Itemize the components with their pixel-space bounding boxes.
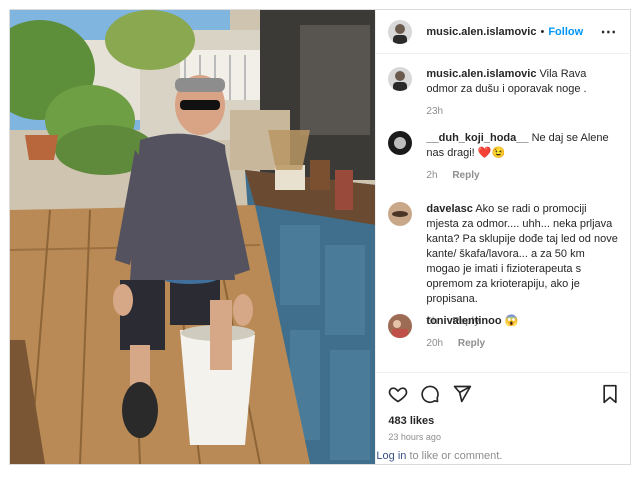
- comment-item: davelasc Ako se radi o promociji mjesta …: [388, 202, 620, 329]
- commenter-avatar[interactable]: [388, 314, 413, 338]
- comment-emoji: 😱: [504, 315, 519, 327]
- comment-username[interactable]: __duh_koji_hoda__: [426, 132, 528, 144]
- comment-time[interactable]: 2h: [426, 170, 437, 181]
- comment-emoji: ❤️😉: [477, 147, 506, 159]
- comment-item: __duh_koji_hoda__ Ne daj se Alene nas dr…: [388, 131, 620, 183]
- post-header: music.alen.islamovic • Follow ⋯: [376, 10, 632, 54]
- comment-username[interactable]: davelasc: [426, 203, 472, 215]
- bookmark-icon[interactable]: [601, 384, 619, 404]
- send-icon[interactable]: [452, 384, 472, 404]
- post-sidebar: music.alen.islamovic • Follow ⋯ music.al…: [375, 10, 632, 464]
- likes-count[interactable]: 483 likes: [388, 415, 619, 427]
- post-photo[interactable]: [10, 10, 376, 464]
- comment-icon[interactable]: [420, 384, 440, 404]
- reply-button[interactable]: Reply: [458, 338, 485, 349]
- login-prompt-text: to like or comment.: [406, 450, 503, 462]
- instagram-post: music.alen.islamovic • Follow ⋯ music.al…: [9, 9, 632, 465]
- header-separator: •: [540, 25, 545, 38]
- caption-item: music.alen.islamovic Vila Rava odmor za …: [388, 67, 620, 119]
- login-link[interactable]: Log in: [376, 450, 406, 462]
- post-actions: 483 likes 23 hours ago: [376, 372, 632, 442]
- more-horizontal-icon[interactable]: ⋯: [600, 22, 617, 42]
- comment-username[interactable]: music.alen.islamovic: [426, 68, 536, 80]
- commenter-avatar[interactable]: [388, 202, 413, 226]
- comment-text: Ako se radi o promociji mjesta za odmor.…: [426, 203, 618, 305]
- comment-time[interactable]: 23h: [426, 106, 443, 117]
- post-timestamp[interactable]: 23 hours ago: [388, 432, 619, 442]
- login-prompt: Log in to like or comment.: [376, 450, 631, 464]
- follow-button[interactable]: Follow: [548, 26, 583, 38]
- heart-icon[interactable]: [388, 384, 408, 404]
- post-image: [10, 10, 376, 464]
- reply-button[interactable]: Reply: [452, 170, 479, 181]
- comment-item: tonivalentinoo 😱 20h Reply: [388, 314, 620, 351]
- author-avatar[interactable]: [388, 19, 413, 44]
- comment-time[interactable]: 20h: [426, 338, 443, 349]
- author-username[interactable]: music.alen.islamovic: [426, 26, 536, 38]
- commenter-avatar[interactable]: [388, 131, 413, 155]
- commenter-avatar[interactable]: [388, 67, 413, 91]
- comment-username[interactable]: tonivalentinoo: [426, 315, 501, 327]
